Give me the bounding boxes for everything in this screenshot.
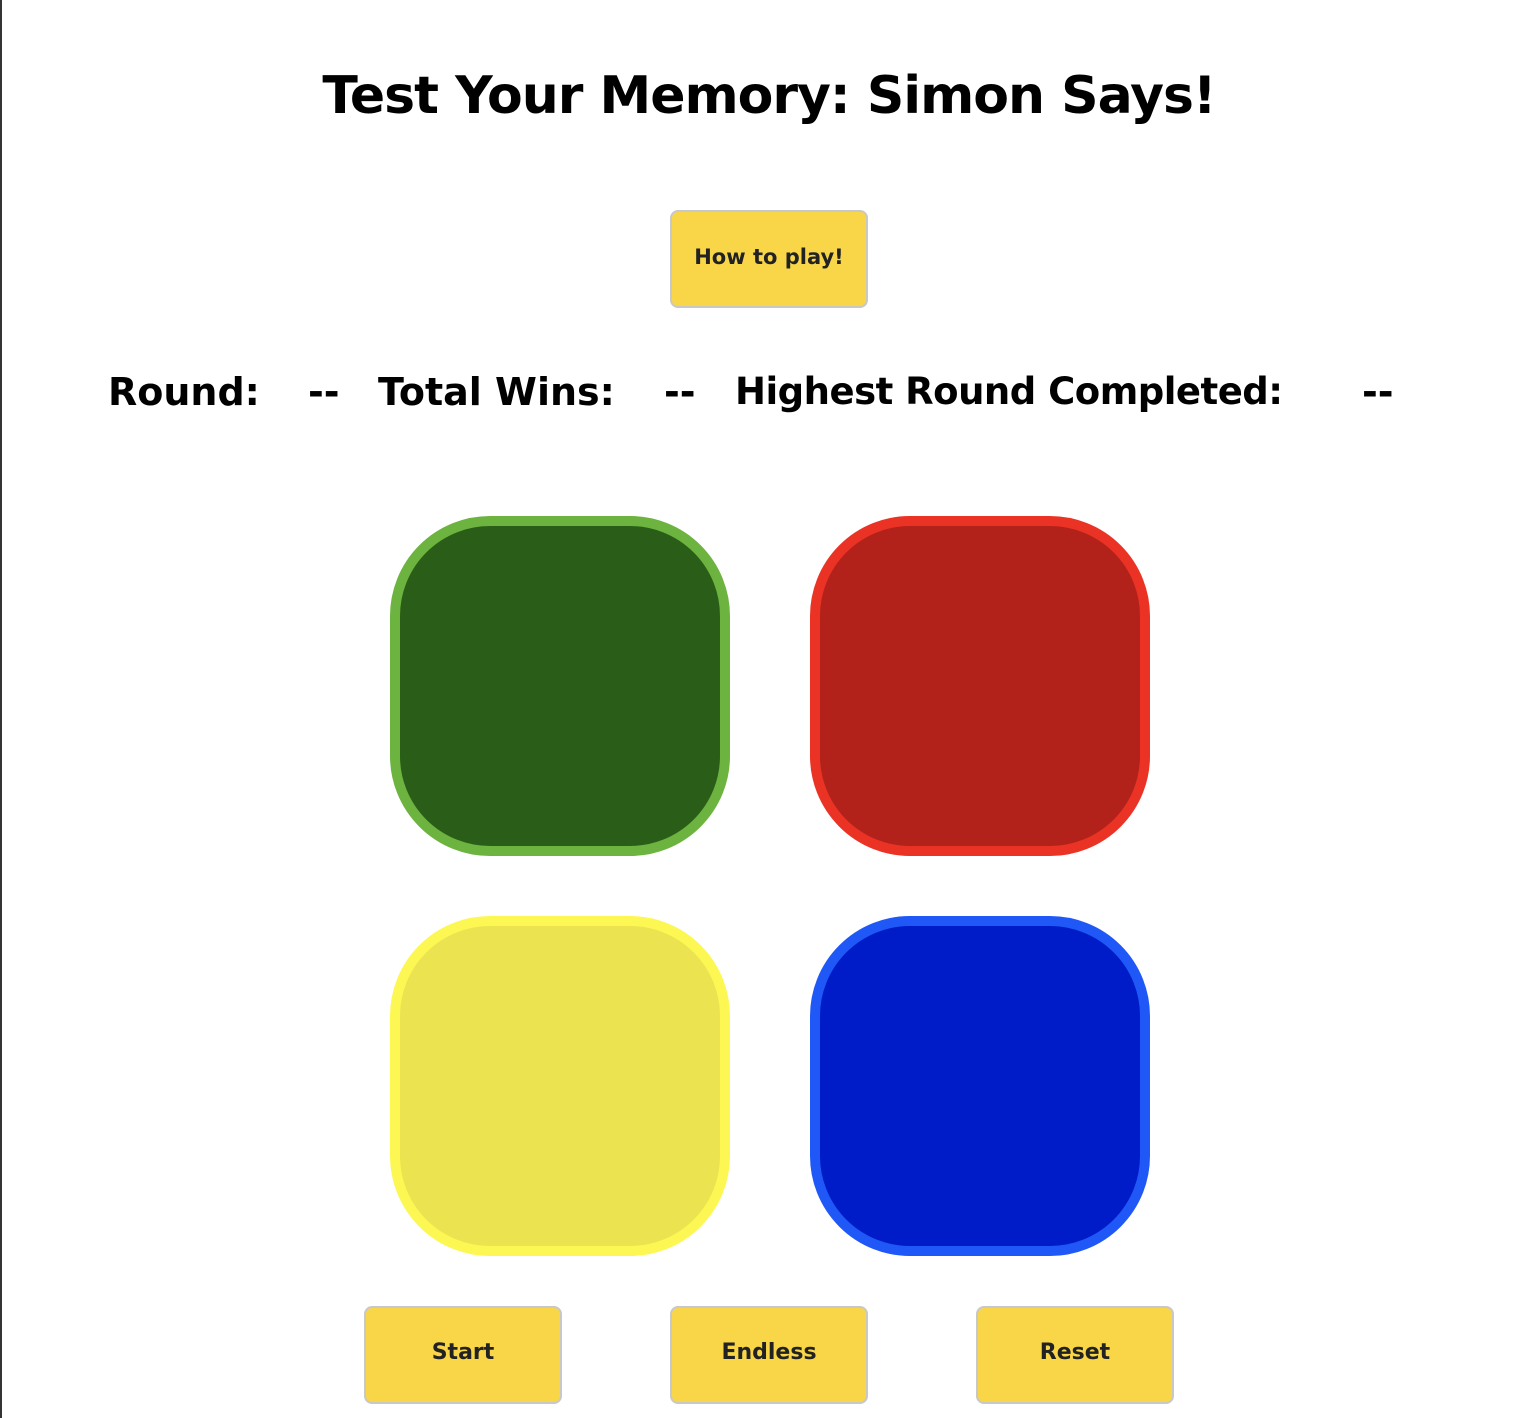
- yellow-pad[interactable]: [390, 916, 730, 1256]
- how-to-play-button[interactable]: How to play!: [670, 210, 868, 308]
- red-pad[interactable]: [810, 516, 1150, 856]
- round-label: Round:: [108, 370, 260, 414]
- page-title: Test Your Memory: Simon Says!: [322, 66, 1216, 126]
- reset-button[interactable]: Reset: [976, 1306, 1174, 1404]
- round-value: --: [308, 370, 340, 414]
- total-wins-label: Total Wins:: [378, 370, 615, 414]
- highest-round-value: --: [1362, 370, 1394, 414]
- green-pad[interactable]: [390, 516, 730, 856]
- total-wins-value: --: [664, 370, 696, 414]
- blue-pad[interactable]: [810, 916, 1150, 1256]
- start-button[interactable]: Start: [364, 1306, 562, 1404]
- highest-round-label: Highest Round Completed:: [735, 370, 1283, 413]
- endless-button[interactable]: Endless: [670, 1306, 868, 1404]
